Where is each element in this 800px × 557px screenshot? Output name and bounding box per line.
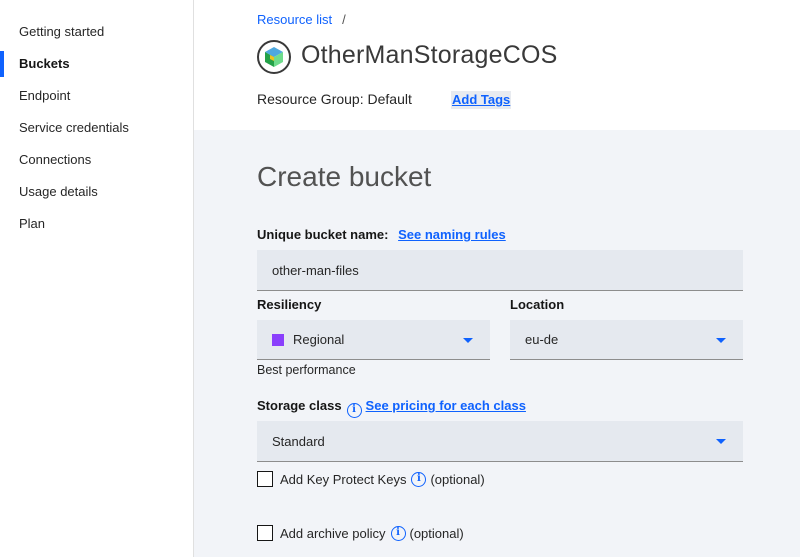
cos-service-icon: [257, 40, 291, 74]
storage-class-label-row: Storage class i See pricing for each class: [257, 398, 526, 418]
resource-group-value: Default: [367, 91, 412, 107]
resource-group-label: Resource Group:: [257, 91, 364, 107]
archive-policy-label: Add archive policy: [280, 525, 386, 541]
key-protect-optional: (optional): [430, 471, 485, 487]
resiliency-helper: Best performance: [257, 363, 356, 377]
sidebar-item-getting-started[interactable]: Getting started: [0, 16, 193, 48]
resiliency-select[interactable]: Regional: [257, 320, 490, 360]
bucket-name-label-row: Unique bucket name: See naming rules: [257, 227, 506, 242]
naming-rules-link[interactable]: See naming rules: [398, 227, 506, 242]
key-protect-label: Add Key Protect Keys: [280, 471, 407, 487]
key-protect-row: Add Key Protect Keys i (optional): [257, 471, 485, 487]
bucket-name-label: Unique bucket name:: [257, 227, 389, 242]
pricing-link[interactable]: See pricing for each class: [366, 398, 526, 413]
resiliency-value: Regional: [293, 332, 345, 347]
location-value: eu-de: [525, 332, 559, 347]
archive-policy-optional: (optional): [409, 525, 464, 541]
sidebar-item-connections[interactable]: Connections: [0, 144, 193, 176]
resiliency-label: Resiliency: [257, 297, 322, 312]
storage-class-value: Standard: [272, 433, 325, 449]
storage-class-label: Storage class: [257, 398, 342, 413]
page-title: OtherManStorageCOS: [301, 41, 558, 69]
chevron-down-icon: [463, 337, 473, 343]
info-icon[interactable]: i: [411, 471, 427, 487]
sidebar-item-service-credentials[interactable]: Service credentials: [0, 112, 193, 144]
breadcrumb-resource-list[interactable]: Resource list: [257, 12, 332, 27]
archive-policy-checkbox[interactable]: [257, 525, 273, 541]
bucket-name-value: other-man-files: [272, 262, 359, 278]
add-tags-link[interactable]: Add Tags: [451, 91, 512, 109]
info-icon[interactable]: i: [346, 403, 362, 418]
form-title: Create bucket: [257, 161, 432, 192]
regional-swatch-icon: [272, 333, 284, 346]
storage-class-select[interactable]: Standard: [257, 421, 743, 462]
breadcrumb-separator: /: [342, 12, 346, 27]
resource-group: Resource Group: Default: [257, 91, 412, 107]
create-bucket-panel: Create bucket Unique bucket name: See na…: [194, 130, 800, 557]
sidebar-item-plan[interactable]: Plan: [0, 208, 193, 240]
sidebar-item-buckets[interactable]: Buckets: [0, 48, 193, 80]
sidebar-item-endpoint[interactable]: Endpoint: [0, 80, 193, 112]
breadcrumb: Resource list /: [257, 12, 346, 27]
key-protect-checkbox[interactable]: [257, 471, 273, 487]
resource-header: Resource list / OtherManStorageCOS Resour…: [194, 0, 800, 130]
location-select[interactable]: eu-de: [510, 320, 743, 360]
archive-policy-row: Add archive policy i (optional): [257, 525, 464, 541]
sidebar-item-usage-details[interactable]: Usage details: [0, 176, 193, 208]
location-label: Location: [510, 297, 565, 312]
sidebar-nav: Getting started Buckets Endpoint Service…: [0, 0, 194, 557]
chevron-down-icon: [716, 337, 726, 343]
bucket-name-input[interactable]: other-man-files: [257, 250, 743, 291]
chevron-down-icon: [716, 439, 726, 444]
info-icon[interactable]: i: [390, 525, 406, 541]
